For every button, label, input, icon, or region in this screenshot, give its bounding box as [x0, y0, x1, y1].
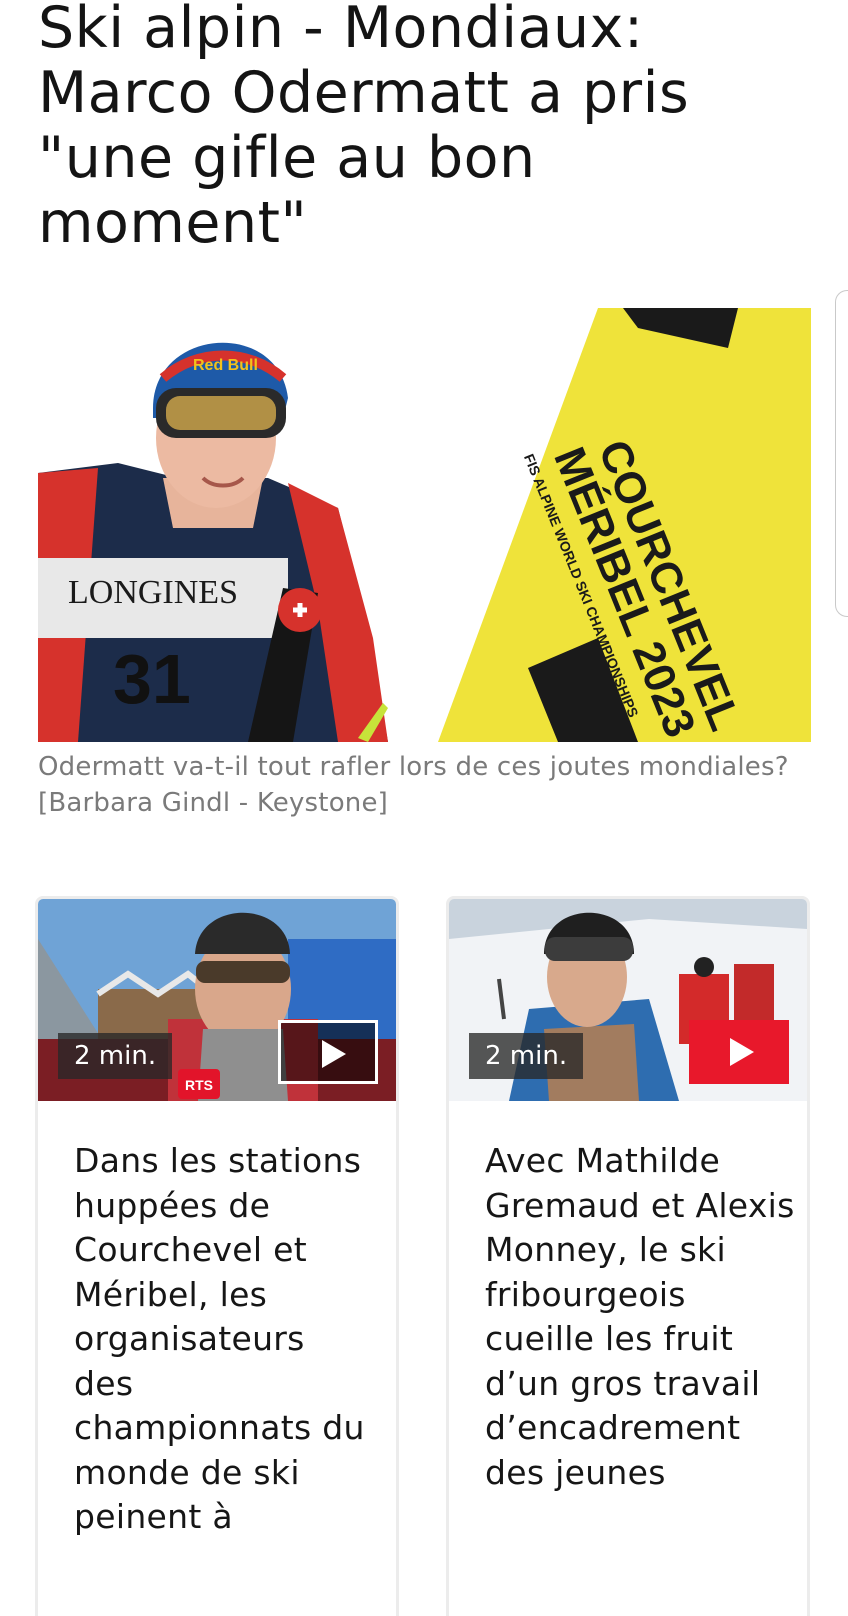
related-article-card[interactable]: 2 min. Avec Mathilde Gremaud et Alexis M…	[446, 896, 810, 1616]
video-duration-badge: 2 min.	[469, 1033, 584, 1079]
play-icon	[730, 1038, 754, 1066]
image-caption: Odermatt va-t-il tout rafler lors de ces…	[38, 752, 789, 818]
bib-sponsor: LONGINES	[68, 574, 238, 611]
related-article-title[interactable]: Dans les stations huppées de Courchevel …	[74, 1139, 374, 1540]
play-button[interactable]	[278, 1020, 378, 1084]
play-icon	[322, 1040, 346, 1068]
video-duration-badge: 2 min.	[58, 1033, 173, 1079]
carousel-edge-hint[interactable]	[835, 290, 848, 617]
related-article-title[interactable]: Avec Mathilde Gremaud et Alexis Monney, …	[485, 1139, 795, 1495]
hero-image[interactable]: COURCHEVEL MÉRIBEL 2023 FIS ALPINE WORLD…	[38, 308, 811, 742]
related-article-card[interactable]: RTS 2 min. Dans les stations huppées de …	[35, 896, 399, 1616]
play-button[interactable]	[689, 1020, 789, 1084]
article-headline: Ski alpin - Mondiaux: Marco Odermatt a p…	[38, 0, 690, 256]
video-thumbnail[interactable]: RTS 2 min.	[38, 899, 396, 1101]
helmet-sponsor: Red Bull	[193, 357, 258, 374]
rts-badge: RTS	[185, 1077, 213, 1093]
hero-illustration: COURCHEVEL MÉRIBEL 2023 FIS ALPINE WORLD…	[38, 308, 811, 742]
bib-number: 31	[113, 640, 191, 718]
video-thumbnail[interactable]: 2 min.	[449, 899, 807, 1101]
